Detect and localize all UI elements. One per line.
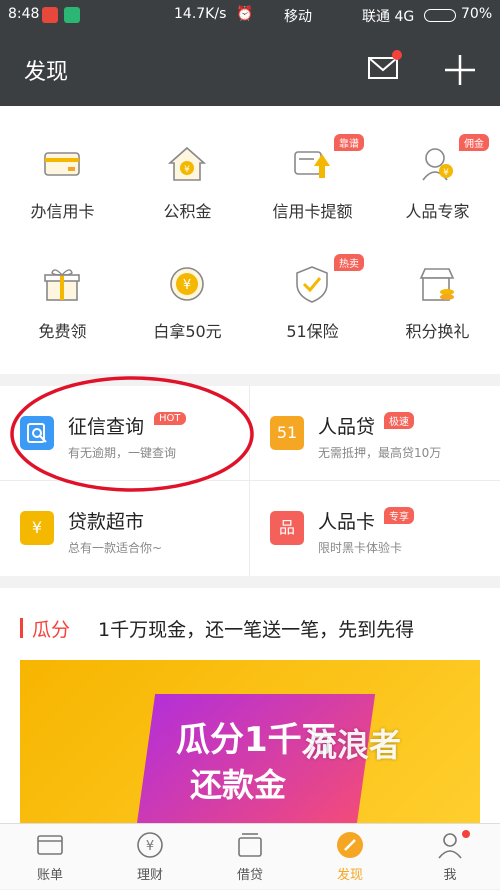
promo-banner[interactable]: 瓜分1千万 还款金 流浪者 bbox=[20, 660, 480, 828]
service-badge: 极速 bbox=[384, 412, 414, 429]
alarm-icon: ⏰ bbox=[236, 6, 254, 22]
tab-finance[interactable]: ¥ 理财 bbox=[100, 824, 200, 890]
service-badge: 专享 bbox=[384, 507, 414, 524]
grid-item-label: 白拿50元 bbox=[153, 322, 222, 341]
discover-icon bbox=[337, 832, 363, 858]
shield-notification-icon bbox=[64, 7, 80, 23]
grid-item-label: 公积金 bbox=[163, 202, 212, 221]
battery-icon bbox=[424, 9, 456, 22]
svg-text:¥: ¥ bbox=[443, 168, 449, 178]
add-button[interactable] bbox=[440, 50, 480, 90]
grid-item-label: 免费领 bbox=[38, 322, 87, 341]
yen-coin-icon: ¥ bbox=[170, 267, 204, 301]
grid-item[interactable]: ¥ 白拿50元 bbox=[125, 226, 250, 356]
loan-market-icon: ¥ bbox=[20, 511, 54, 545]
promo-tag: 瓜分 bbox=[32, 619, 71, 641]
grid-item[interactable]: 免费领 bbox=[0, 226, 125, 356]
grid-item-badge: 佣金 bbox=[459, 134, 489, 151]
status-speed: 14.7K/s bbox=[174, 6, 227, 22]
renpin-card-icon: 品 bbox=[270, 511, 304, 545]
svg-text:¥: ¥ bbox=[146, 839, 154, 854]
service-card[interactable]: 品人品卡限时黑卡体验卡 专享 bbox=[250, 481, 499, 575]
tab-label: 发现 bbox=[336, 868, 363, 883]
service-title: 人品卡 bbox=[318, 511, 376, 533]
hand-drawn-circle-annotation bbox=[10, 376, 254, 492]
grid-item-label: 办信用卡 bbox=[30, 202, 95, 221]
grid-item-label: 积分换礼 bbox=[405, 322, 470, 341]
section-marker bbox=[20, 618, 23, 638]
renpin-loan-icon: 51 bbox=[270, 416, 304, 450]
promo-headline[interactable]: 1千万现金，还一笔送一笔，先到先得 bbox=[98, 615, 414, 642]
tab-discover[interactable]: 发现 bbox=[300, 824, 400, 890]
grid-item[interactable]: ¥ 人品专家 佣金 bbox=[375, 106, 500, 236]
profile-icon bbox=[438, 833, 462, 859]
notification-dot bbox=[462, 830, 470, 838]
grid-item[interactable]: ¥ 公积金 bbox=[125, 106, 250, 236]
loan-icon bbox=[238, 833, 262, 857]
status-carrier1: 移动 bbox=[284, 9, 312, 25]
service-subtitle: 总有一款适合你~ bbox=[68, 541, 163, 555]
mail-unread-dot bbox=[392, 50, 402, 60]
promo-section: 瓜分 1千万现金，还一笔送一笔，先到先得 瓜分1千万 还款金 流浪者 bbox=[0, 588, 500, 828]
feature-grid: 办信用卡 ¥ 公积金 信用卡提额 靠谱 ¥ 人品专家 佣金免费领 ¥ 白拿50元 51保险 热卖积分换… bbox=[0, 106, 500, 374]
service-card[interactable]: 51 人品贷无需抵押，最高贷10万 极速 bbox=[250, 386, 499, 480]
mail-button[interactable] bbox=[367, 50, 402, 84]
grid-item-label: 51保险 bbox=[286, 322, 339, 341]
grid-item-label: 信用卡提额 bbox=[272, 202, 353, 221]
plus-icon bbox=[445, 55, 475, 85]
grid-item[interactable]: 积分换礼 bbox=[375, 226, 500, 356]
status-time: 8:48 bbox=[8, 6, 40, 22]
grid-item[interactable]: 办信用卡 bbox=[0, 106, 125, 236]
service-title: 人品贷 bbox=[318, 416, 376, 438]
tab-profile[interactable]: 我 bbox=[400, 824, 500, 890]
grid-item-badge: 热卖 bbox=[334, 254, 364, 271]
tab-bill[interactable]: 账单 bbox=[0, 824, 100, 890]
status-bar: 8:48 14.7K/s ⏰ 移动 联通 4G 70% bbox=[0, 0, 500, 30]
svg-text:¥: ¥ bbox=[184, 165, 190, 175]
tab-loan[interactable]: 借贷 bbox=[200, 824, 300, 890]
expert-icon: ¥ bbox=[422, 148, 453, 181]
tab-label: 借贷 bbox=[236, 868, 263, 883]
bottom-tab-bar: 账单 ¥ 理财 借贷 发现 我 bbox=[0, 823, 500, 889]
banner-line2: 还款金 bbox=[190, 766, 287, 804]
shield-icon bbox=[296, 266, 328, 303]
grid-item-label: 人品专家 bbox=[405, 202, 470, 221]
service-subtitle: 无需抵押，最高贷10万 bbox=[318, 446, 442, 460]
service-title: 贷款超市 bbox=[68, 511, 145, 533]
tab-label: 我 bbox=[443, 868, 457, 883]
page-title: 发现 bbox=[24, 60, 69, 85]
credit-card-icon bbox=[44, 152, 80, 176]
watermark: 流浪者 bbox=[305, 726, 402, 764]
bill-icon bbox=[37, 835, 63, 855]
grid-item-badge: 靠谱 bbox=[334, 134, 364, 151]
card-raise-icon bbox=[294, 151, 330, 178]
tab-label: 账单 bbox=[36, 868, 63, 883]
gift-icon bbox=[44, 269, 80, 301]
svg-text:¥: ¥ bbox=[183, 278, 191, 293]
shop-icon bbox=[419, 268, 455, 301]
tab-label: 理财 bbox=[136, 868, 163, 883]
finance-icon: ¥ bbox=[137, 832, 163, 858]
house-yen-icon: ¥ bbox=[167, 146, 207, 181]
app-header: 发现 bbox=[0, 30, 500, 106]
status-carrier2: 联通 4G bbox=[362, 9, 415, 25]
app-notification-icon bbox=[42, 7, 58, 23]
status-battery: 70% bbox=[461, 6, 493, 22]
grid-item[interactable]: 51保险 热卖 bbox=[250, 226, 375, 356]
service-subtitle: 限时黑卡体验卡 bbox=[318, 541, 403, 555]
grid-item[interactable]: 信用卡提额 靠谱 bbox=[250, 106, 375, 236]
